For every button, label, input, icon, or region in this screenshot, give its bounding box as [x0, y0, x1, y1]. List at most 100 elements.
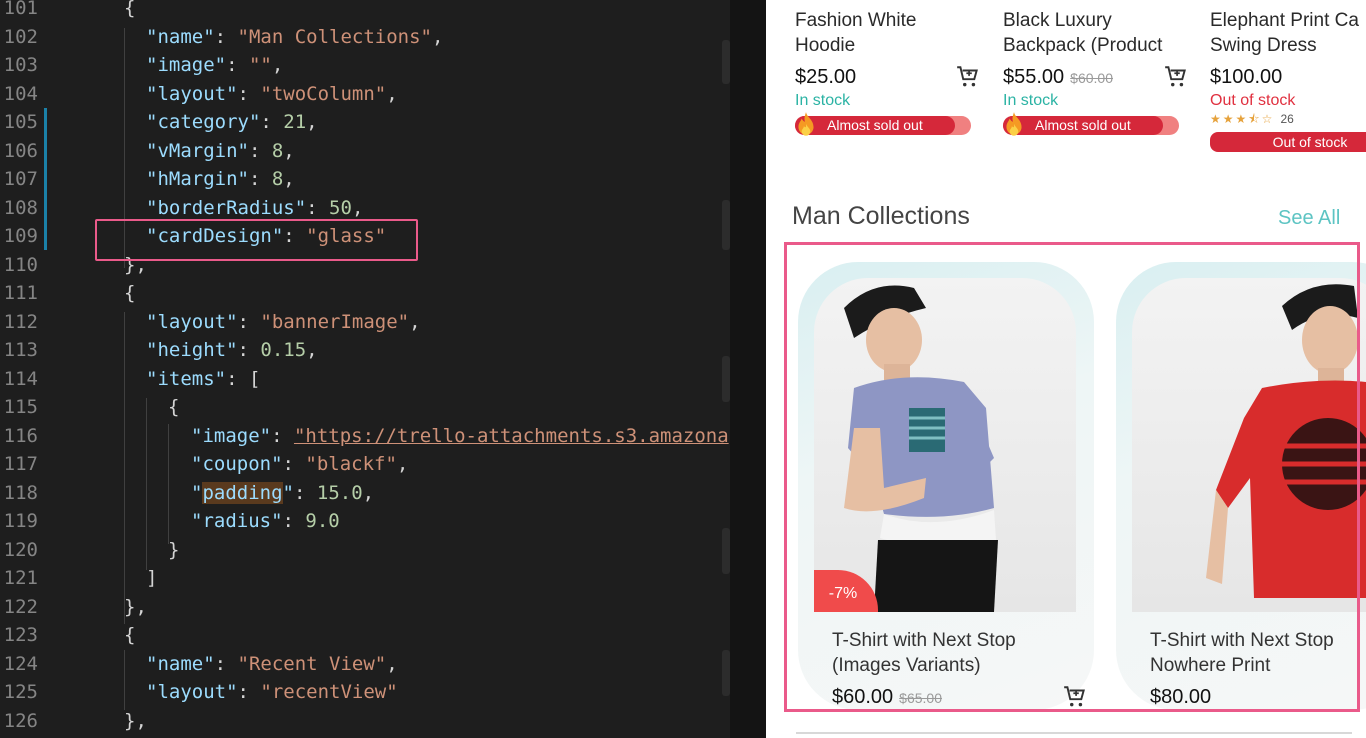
code-token: "hMargin"	[146, 168, 249, 190]
code-token: padding	[202, 481, 283, 504]
app-preview[interactable]: Fashion White Hoodie $25.00 In stock Alm…	[766, 0, 1366, 738]
code-line[interactable]: 119 "radius": 9.0	[0, 507, 766, 536]
code-line[interactable]: 103 "image": "",	[0, 51, 766, 80]
code-line[interactable]: 101 {	[0, 0, 766, 23]
product-card[interactable]: Fashion White Hoodie $25.00 In stock Alm…	[795, 8, 995, 136]
code-line[interactable]: 117 "coupon": "blackf",	[0, 450, 766, 479]
code-text: "vMargin": 8,	[146, 137, 295, 166]
code-line[interactable]: 108 "borderRadius": 50,	[0, 194, 766, 223]
code-token: 50	[329, 196, 352, 219]
product-old-price: $60.00	[1070, 70, 1113, 86]
code-text: {	[124, 0, 135, 23]
code-token: "name"	[146, 25, 215, 48]
code-line[interactable]: 121]	[0, 564, 766, 593]
code-line[interactable]: 104 "layout": "twoColumn",	[0, 80, 766, 109]
code-token: ,	[386, 652, 398, 675]
code-line[interactable]: 106 "vMargin": 8,	[0, 137, 766, 166]
code-line[interactable]: 105 "category": 21,	[0, 108, 766, 137]
code-text: "hMargin": 8,	[146, 165, 295, 194]
code-line[interactable]: 115 {	[0, 393, 766, 422]
code-token: "blackf"	[305, 453, 397, 475]
stock-status: In stock	[795, 92, 851, 109]
code-token: :	[237, 82, 261, 105]
code-text: "image": "https://trello-attachments.s3.…	[191, 422, 729, 451]
code-token: ,	[306, 339, 318, 361]
code-token: :	[282, 453, 306, 475]
code-token: {	[168, 396, 180, 418]
code-text: {	[124, 279, 135, 308]
code-token: "items"	[146, 367, 227, 390]
code-token: :	[237, 310, 261, 333]
indent-guide	[124, 312, 125, 624]
code-line[interactable]: 116 "image": "https://trello-attachments.…	[0, 422, 766, 451]
out-of-stock-badge: Out of stock	[1210, 132, 1366, 152]
flame-icon	[1006, 112, 1022, 136]
code-line[interactable]: 122},	[0, 593, 766, 622]
code-token: },	[124, 595, 147, 618]
code-token: :	[260, 111, 284, 133]
product-title: Black Luxury Backpack (Product	[1003, 10, 1163, 56]
code-line[interactable]: 113 "height": 0.15,	[0, 336, 766, 365]
line-number: 113	[3, 339, 38, 361]
code-token: :	[237, 681, 261, 703]
code-token: ,	[283, 139, 295, 162]
code-token: "coupon"	[191, 453, 283, 475]
indent-guide	[124, 650, 125, 710]
code-token: },	[124, 709, 147, 732]
code-token: :	[271, 424, 294, 447]
code-text: },	[124, 593, 147, 622]
code-token: 8	[271, 139, 284, 162]
add-to-cart-icon[interactable]	[955, 64, 981, 90]
code-line[interactable]: 102 "name": "Man Collections",	[0, 23, 766, 52]
line-number: 108	[3, 196, 38, 219]
product-card[interactable]: Black Luxury Backpack (Product $55.00 $60…	[1003, 8, 1203, 136]
code-editor[interactable]: 101 {102 "name": "Man Collections", 103 "ima…	[0, 0, 766, 738]
line-number: 116	[3, 424, 38, 447]
stock-status: Out of stock	[1210, 92, 1296, 109]
line-number: 126	[3, 709, 38, 732]
code-text: "category": 21,	[146, 108, 318, 137]
code-line[interactable]: 111 {	[0, 279, 766, 308]
code-text: "layout": "twoColumn",	[146, 80, 398, 109]
code-token: "recentView"	[260, 681, 398, 703]
line-number: 115	[3, 396, 38, 418]
code-token: "https://trello-attachments.s3.amazona	[293, 424, 729, 447]
code-line[interactable]: 125 "layout": "recentView"	[0, 678, 766, 707]
minimap-marker	[722, 40, 730, 84]
code-token: 15.0	[316, 481, 363, 504]
code-token: ,	[306, 111, 318, 133]
code-line[interactable]: 120}	[0, 536, 766, 565]
flame-icon	[798, 112, 814, 136]
product-card[interactable]: Elephant Print Ca Swing Dress $100.00 Ou…	[1210, 8, 1366, 152]
code-text: "radius": 9.0	[191, 507, 340, 536]
code-text: "borderRadius": 50,	[146, 194, 363, 223]
add-to-cart-icon[interactable]	[1163, 64, 1189, 90]
code-line[interactable]: 112 "layout": "bannerImage",	[0, 308, 766, 337]
code-line[interactable]: 118 "padding": 15.0,	[0, 479, 766, 508]
code-token: "vMargin"	[146, 139, 249, 162]
star-icon: ★	[1235, 112, 1247, 126]
code-token: "radius"	[191, 510, 283, 532]
line-number: 103	[3, 54, 38, 76]
code-line[interactable]: 123 {	[0, 621, 766, 650]
star-icon: ★	[1222, 112, 1234, 126]
code-text: "layout": "bannerImage",	[146, 308, 421, 337]
code-token: ""	[248, 54, 272, 76]
line-number: 106	[3, 139, 38, 162]
code-token: {	[124, 282, 136, 304]
code-line[interactable]: 107 "hMargin": 8,	[0, 165, 766, 194]
code-line[interactable]: 114 "items": [	[0, 365, 766, 394]
code-line[interactable]: 124 "name": "Recent View",	[0, 650, 766, 679]
code-token: "bannerImage"	[260, 310, 410, 333]
code-token: ]	[146, 567, 158, 589]
minimap-marker	[722, 528, 730, 574]
code-text: "image": "",	[146, 51, 283, 80]
card-design-highlight-box	[95, 219, 418, 261]
line-number: 117	[3, 453, 38, 475]
code-line[interactable]: 126},	[0, 707, 766, 736]
code-token: ,	[283, 168, 295, 190]
code-token: :	[282, 510, 306, 532]
code-token: "height"	[146, 339, 238, 361]
line-number: 105	[3, 111, 38, 133]
see-all-link[interactable]: See All	[1278, 207, 1340, 230]
